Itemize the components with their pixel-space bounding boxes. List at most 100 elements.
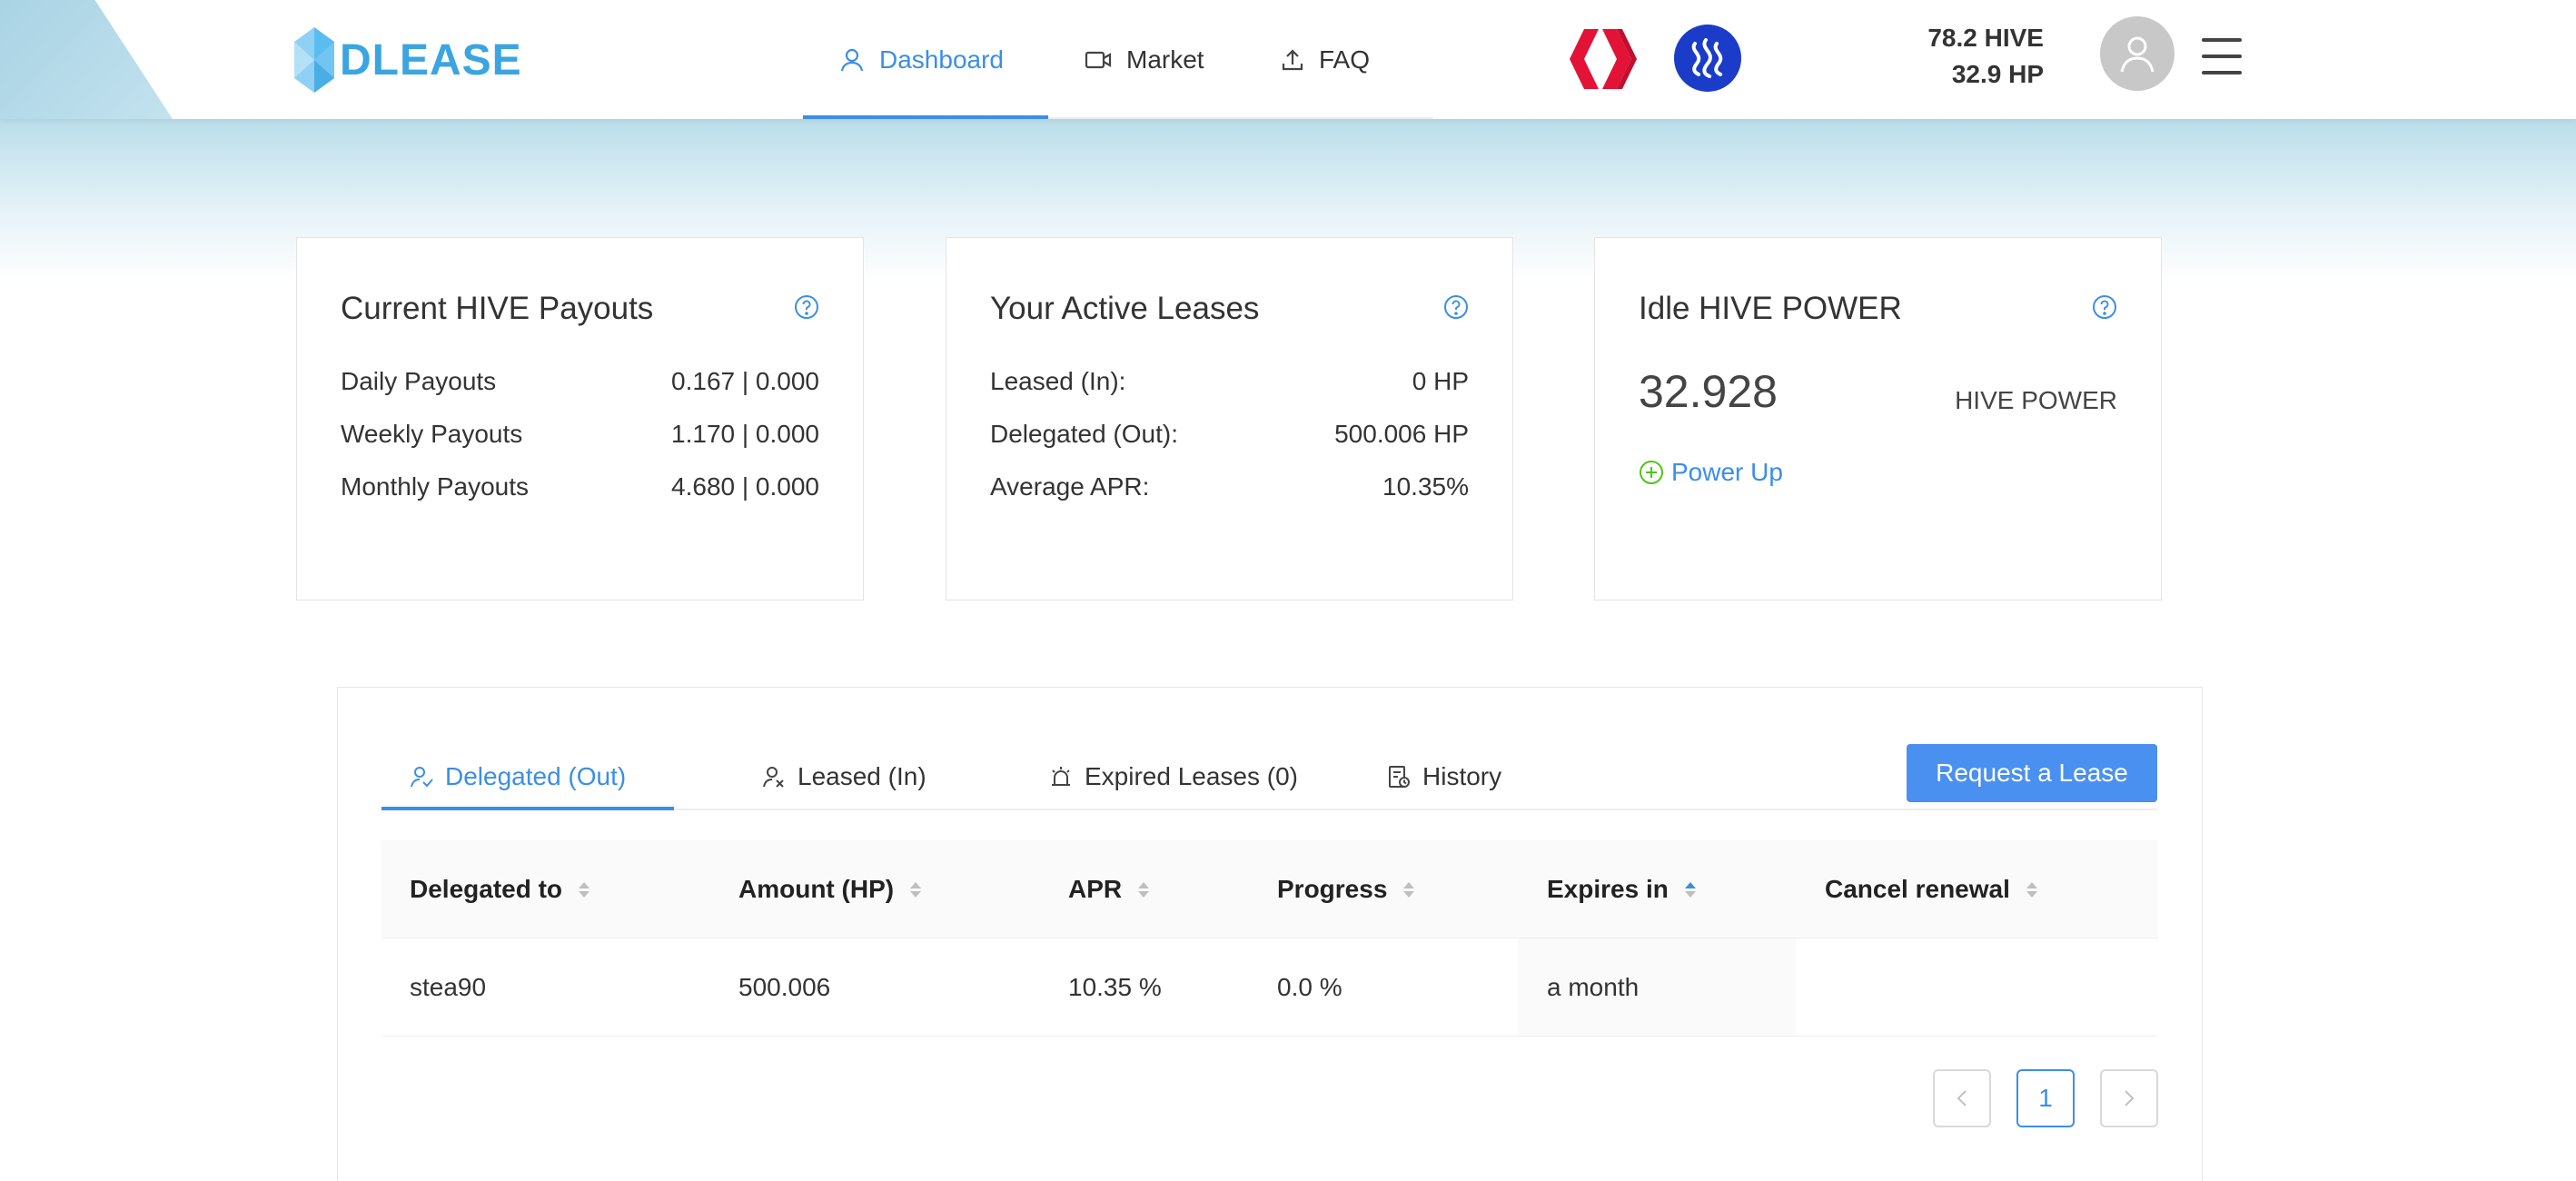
stat-value: 4.680 | 0.000	[671, 472, 819, 501]
chevron-right-icon	[2125, 1090, 2135, 1107]
card-title: Current HIVE Payouts	[341, 291, 654, 326]
cell-progress: 0.0 %	[1277, 973, 1342, 1001]
stat-value: 0 HP	[1412, 367, 1469, 395]
upload-icon	[1282, 48, 1303, 70]
tab-history[interactable]: History	[1386, 742, 1501, 810]
steem-logo-icon	[1674, 25, 1741, 92]
tab-delegated-out[interactable]: Delegated (Out)	[409, 742, 626, 810]
stat-row: Monthly Payouts 4.680 | 0.000	[341, 472, 819, 501]
stat-value: 1.170 | 0.000	[671, 420, 819, 448]
top-header: DLEASE Dashboard Market FAQ 78.2 HIVE 32…	[0, 0, 2576, 119]
crystal-logo-icon	[294, 27, 334, 93]
tab-expired-leases[interactable]: Expired Leases (0)	[1048, 742, 1298, 810]
column-label: Cancel renewal	[1825, 875, 2010, 903]
column-header-amount[interactable]: Amount (HP)	[738, 840, 922, 938]
tab-label: History	[1422, 761, 1502, 790]
column-label: Amount (HP)	[738, 875, 895, 903]
column-header-delegated-to[interactable]: Delegated to	[410, 840, 590, 938]
hp-balance: 32.9 HP	[1951, 60, 2044, 88]
alarm-icon	[1052, 766, 1070, 786]
column-header-cancel-renewal[interactable]: Cancel renewal	[1825, 840, 2037, 938]
brand-name: DLEASE	[340, 35, 522, 84]
active-leases-card: Your Active Leases Leased (In): 0 HP Del…	[946, 237, 1513, 600]
idle-hp-amount: 32.928	[1639, 366, 1778, 417]
sort-icon	[1138, 881, 1150, 898]
question-circle-icon[interactable]	[794, 294, 819, 320]
card-title: Your Active Leases	[990, 291, 1260, 326]
sort-icon	[1403, 881, 1415, 898]
table-row: stea90 500.006 10.35 % 0.0 % a month	[381, 938, 2158, 1037]
idle-hp-unit: HIVE POWER	[1955, 386, 2117, 414]
tab-label: Delegated (Out)	[445, 761, 627, 790]
brand-logo[interactable]: DLEASE	[292, 25, 522, 94]
hive-balance: 78.2 HIVE	[1927, 24, 2044, 52]
video-icon	[1085, 51, 1112, 68]
tab-label: Leased (In)	[798, 761, 926, 790]
stat-value: 500.006 HP	[1334, 420, 1469, 448]
header-corner-decoration	[0, 0, 173, 119]
cell-delegated-to: stea90	[410, 973, 487, 1001]
power-up-button[interactable]: Power Up	[1639, 458, 1783, 487]
menu-bar	[2202, 38, 2242, 42]
stat-label: Delegated (Out):	[990, 420, 1178, 448]
power-up-label: Power Up	[1671, 458, 1783, 486]
request-lease-button[interactable]: Request a Lease	[1907, 744, 2157, 802]
user-lease-icon	[763, 766, 784, 788]
column-header-expires-in[interactable]: Expires in	[1547, 840, 1696, 938]
nav-item-dashboard[interactable]: Dashboard	[839, 0, 1004, 119]
menu-bar	[2202, 71, 2242, 74]
stat-row: Delegated (Out): 500.006 HP	[990, 420, 1469, 449]
stat-value: 10.35%	[1382, 472, 1469, 501]
avatar[interactable]	[2100, 16, 2175, 91]
hive-chain-switch[interactable]	[1566, 27, 1640, 95]
table-header: Delegated to Amount (HP) APR Progress Ex…	[381, 840, 2158, 938]
cell-amount: 500.006	[738, 973, 831, 1001]
sort-icon	[2026, 881, 2037, 898]
payouts-card: Current HIVE Payouts Daily Payouts 0.167…	[296, 237, 864, 600]
sort-icon	[579, 881, 590, 898]
prev-page-button[interactable]	[1933, 1069, 1991, 1127]
stat-label: Daily Payouts	[341, 367, 497, 395]
nav-item-market[interactable]: Market	[1085, 0, 1204, 119]
main-nav: Dashboard Market FAQ	[803, 0, 1433, 119]
stat-row: Average APR: 10.35%	[990, 472, 1469, 501]
nav-item-faq[interactable]: FAQ	[1281, 0, 1370, 119]
column-label: Delegated to	[410, 875, 563, 903]
cell-expires-in: a month	[1547, 973, 1640, 1001]
menu-bar	[2202, 55, 2242, 58]
idle-hive-power-card: Idle HIVE POWER 32.928 HIVE POWER Power …	[1594, 237, 2162, 600]
page-number-button[interactable]: 1	[2016, 1069, 2075, 1127]
stat-row: Leased (In): 0 HP	[990, 367, 1469, 396]
plus-circle-icon	[1640, 461, 1663, 484]
history-icon	[1389, 765, 1410, 788]
column-label: Progress	[1277, 875, 1388, 903]
stat-value: 0.167 | 0.000	[671, 367, 819, 395]
question-circle-icon[interactable]	[1443, 294, 1469, 320]
stat-label: Leased (In):	[990, 367, 1126, 395]
delegations-table: Delegated to Amount (HP) APR Progress Ex…	[381, 840, 2158, 1037]
nav-active-indicator	[803, 115, 1048, 119]
user-icon	[840, 48, 864, 71]
user-delegate-icon	[411, 766, 433, 787]
stat-row: Weekly Payouts 1.170 | 0.000	[341, 420, 819, 449]
stat-label: Average APR:	[990, 472, 1150, 501]
leases-tabs: Delegated (Out) Leased (In) History Expi…	[381, 742, 2158, 810]
hive-logo-icon	[1570, 29, 1637, 89]
hamburger-menu-icon[interactable]	[2202, 38, 2242, 74]
next-page-button[interactable]	[2100, 1069, 2158, 1127]
leases-panel: Delegated (Out) Leased (In) History Expi…	[337, 687, 2203, 1181]
question-circle-icon[interactable]	[2092, 294, 2117, 320]
steem-chain-switch[interactable]	[1673, 24, 1742, 97]
stat-label: Weekly Payouts	[341, 420, 523, 448]
chevron-left-icon	[1957, 1090, 1967, 1107]
card-title: Idle HIVE POWER	[1639, 291, 1902, 326]
stat-label: Monthly Payouts	[341, 472, 529, 501]
sort-icon	[910, 881, 922, 898]
tab-leased-in[interactable]: Leased (In)	[761, 742, 926, 810]
tab-active-indicator	[381, 807, 674, 810]
tab-label: Expired Leases (0)	[1085, 761, 1299, 790]
pagination: 1	[1933, 1069, 2158, 1127]
column-header-progress[interactable]: Progress	[1277, 840, 1415, 938]
column-header-apr[interactable]: APR	[1068, 840, 1150, 938]
user-avatar-icon	[2120, 36, 2155, 73]
